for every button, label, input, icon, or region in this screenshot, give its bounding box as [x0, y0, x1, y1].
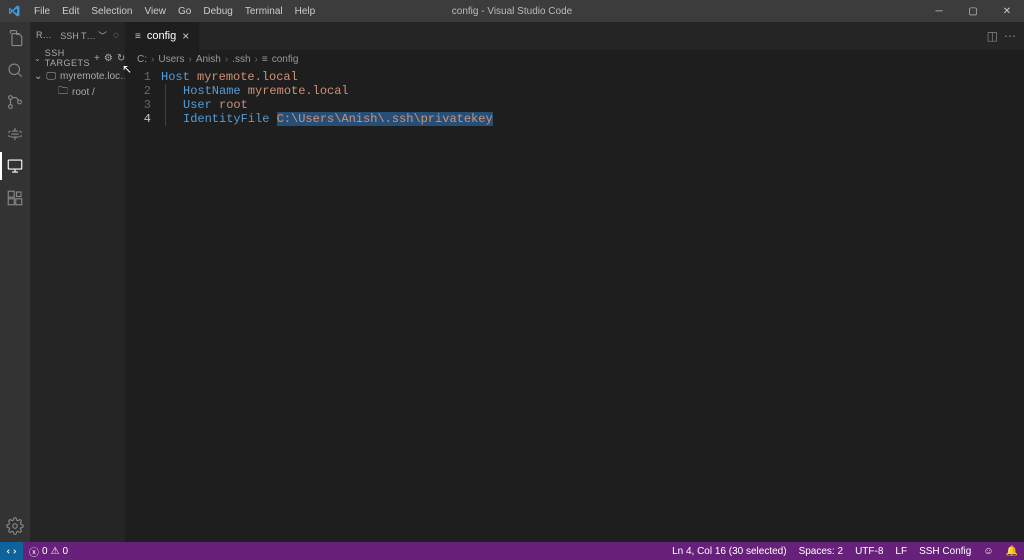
- ssh-targets-header[interactable]: ⌄ SSH TARGETS + ⚙ ↻: [30, 48, 125, 68]
- remote-explorer-sidebar: REMOT… SSH T… ﹀ ◌ ⌄ SSH TARGETS + ⚙ ↻ ⌄ …: [30, 22, 125, 542]
- menu-debug[interactable]: Debug: [197, 3, 238, 20]
- editor-tabs: ≡ config × ◫ ⋯: [125, 22, 1024, 50]
- minimize-button[interactable]: ─: [922, 0, 956, 22]
- breadcrumb-segment[interactable]: C:: [137, 54, 147, 65]
- menu-help[interactable]: Help: [289, 3, 322, 20]
- activity-bar: [0, 22, 30, 542]
- status-encoding[interactable]: UTF-8: [849, 546, 889, 557]
- add-ssh-target-icon[interactable]: +: [94, 53, 100, 64]
- menu-edit[interactable]: Edit: [56, 3, 85, 20]
- remote-indicator[interactable]: [0, 542, 23, 560]
- debug-icon[interactable]: [0, 118, 30, 150]
- menu-view[interactable]: View: [139, 3, 173, 20]
- settings-gear-icon[interactable]: [0, 510, 30, 542]
- source-control-icon[interactable]: [0, 86, 30, 118]
- remote-explorer-icon[interactable]: [0, 150, 30, 182]
- vscode-logo-icon: [6, 3, 22, 19]
- tab-config[interactable]: ≡ config ×: [125, 22, 200, 50]
- ssh-host-child[interactable]: 🗀 root /: [30, 84, 125, 100]
- status-cursor-position[interactable]: Ln 4, Col 16 (30 selected): [666, 546, 793, 557]
- ssh-targets-label: SSH TARGETS: [45, 48, 90, 68]
- configure-ssh-icon[interactable]: ⚙: [104, 53, 113, 64]
- file-icon: ≡: [262, 54, 268, 65]
- status-indentation[interactable]: Spaces: 2: [793, 546, 849, 557]
- tab-label: config: [147, 30, 176, 42]
- status-problems[interactable]: ⓧ0 ⚠0: [23, 542, 74, 560]
- monitor-icon: 🖵: [46, 71, 56, 82]
- breadcrumb-segment[interactable]: Users: [158, 54, 184, 65]
- warning-icon: ⚠: [51, 546, 60, 557]
- close-tab-icon[interactable]: ×: [182, 29, 189, 43]
- search-icon[interactable]: [0, 54, 30, 86]
- breadcrumb-segment[interactable]: .ssh: [232, 54, 250, 65]
- breadcrumb-segment[interactable]: config: [272, 54, 299, 65]
- ssh-host-item[interactable]: ⌄ 🖵 myremote.loc…: [30, 68, 125, 84]
- file-icon: ≡: [135, 31, 141, 42]
- line-number-gutter: 1 2 3 4: [125, 70, 161, 542]
- menu-bar: File Edit Selection View Go Debug Termin…: [28, 3, 321, 20]
- code-editor[interactable]: 1 2 3 4 Host myremote.local HostName myr…: [125, 68, 1024, 542]
- status-language-mode[interactable]: SSH Config: [913, 546, 977, 557]
- sidebar-help-icon[interactable]: ◌: [113, 30, 119, 41]
- close-button[interactable]: ✕: [990, 0, 1024, 22]
- sidebar-title: REMOT…: [36, 30, 54, 40]
- editor-area: ≡ config × ◫ ⋯ C:› Users› Anish› .ssh› ≡…: [125, 22, 1024, 542]
- maximize-button[interactable]: ▢: [956, 0, 990, 22]
- refresh-icon[interactable]: ↻: [117, 53, 125, 64]
- menu-go[interactable]: Go: [172, 3, 197, 20]
- more-actions-icon[interactable]: ⋯: [1004, 29, 1016, 43]
- menu-terminal[interactable]: Terminal: [239, 3, 289, 20]
- remote-target-dropdown[interactable]: SSH T… ﹀: [60, 29, 107, 42]
- menu-selection[interactable]: Selection: [85, 3, 138, 20]
- breadcrumb-segment[interactable]: Anish: [196, 54, 221, 65]
- error-icon: ⓧ: [29, 544, 39, 559]
- status-bar: ⓧ0 ⚠0 Ln 4, Col 16 (30 selected) Spaces:…: [0, 542, 1024, 560]
- window-title: config - Visual Studio Code: [452, 6, 572, 17]
- folder-icon: 🗀: [58, 84, 68, 101]
- explorer-icon[interactable]: [0, 22, 30, 54]
- extensions-icon[interactable]: [0, 182, 30, 214]
- title-bar: File Edit Selection View Go Debug Termin…: [0, 0, 1024, 22]
- chevron-down-icon: ⌄: [34, 71, 42, 82]
- status-eol[interactable]: LF: [889, 546, 913, 557]
- ssh-host-label: myremote.loc…: [60, 71, 125, 82]
- selected-text: C:\Users\Anish\.ssh\privatekey: [277, 112, 493, 126]
- breadcrumbs[interactable]: C:› Users› Anish› .ssh› ≡ config: [125, 50, 1024, 68]
- status-notifications-icon[interactable]: 🔔: [1000, 546, 1024, 557]
- split-editor-icon[interactable]: ◫: [987, 29, 998, 43]
- ssh-host-child-label: root /: [72, 87, 95, 98]
- code-content[interactable]: Host myremote.local HostName myremote.lo…: [161, 70, 493, 542]
- chevron-down-icon: ⌄: [34, 54, 41, 63]
- status-feedback-icon[interactable]: ☺: [977, 546, 999, 557]
- menu-file[interactable]: File: [28, 3, 56, 20]
